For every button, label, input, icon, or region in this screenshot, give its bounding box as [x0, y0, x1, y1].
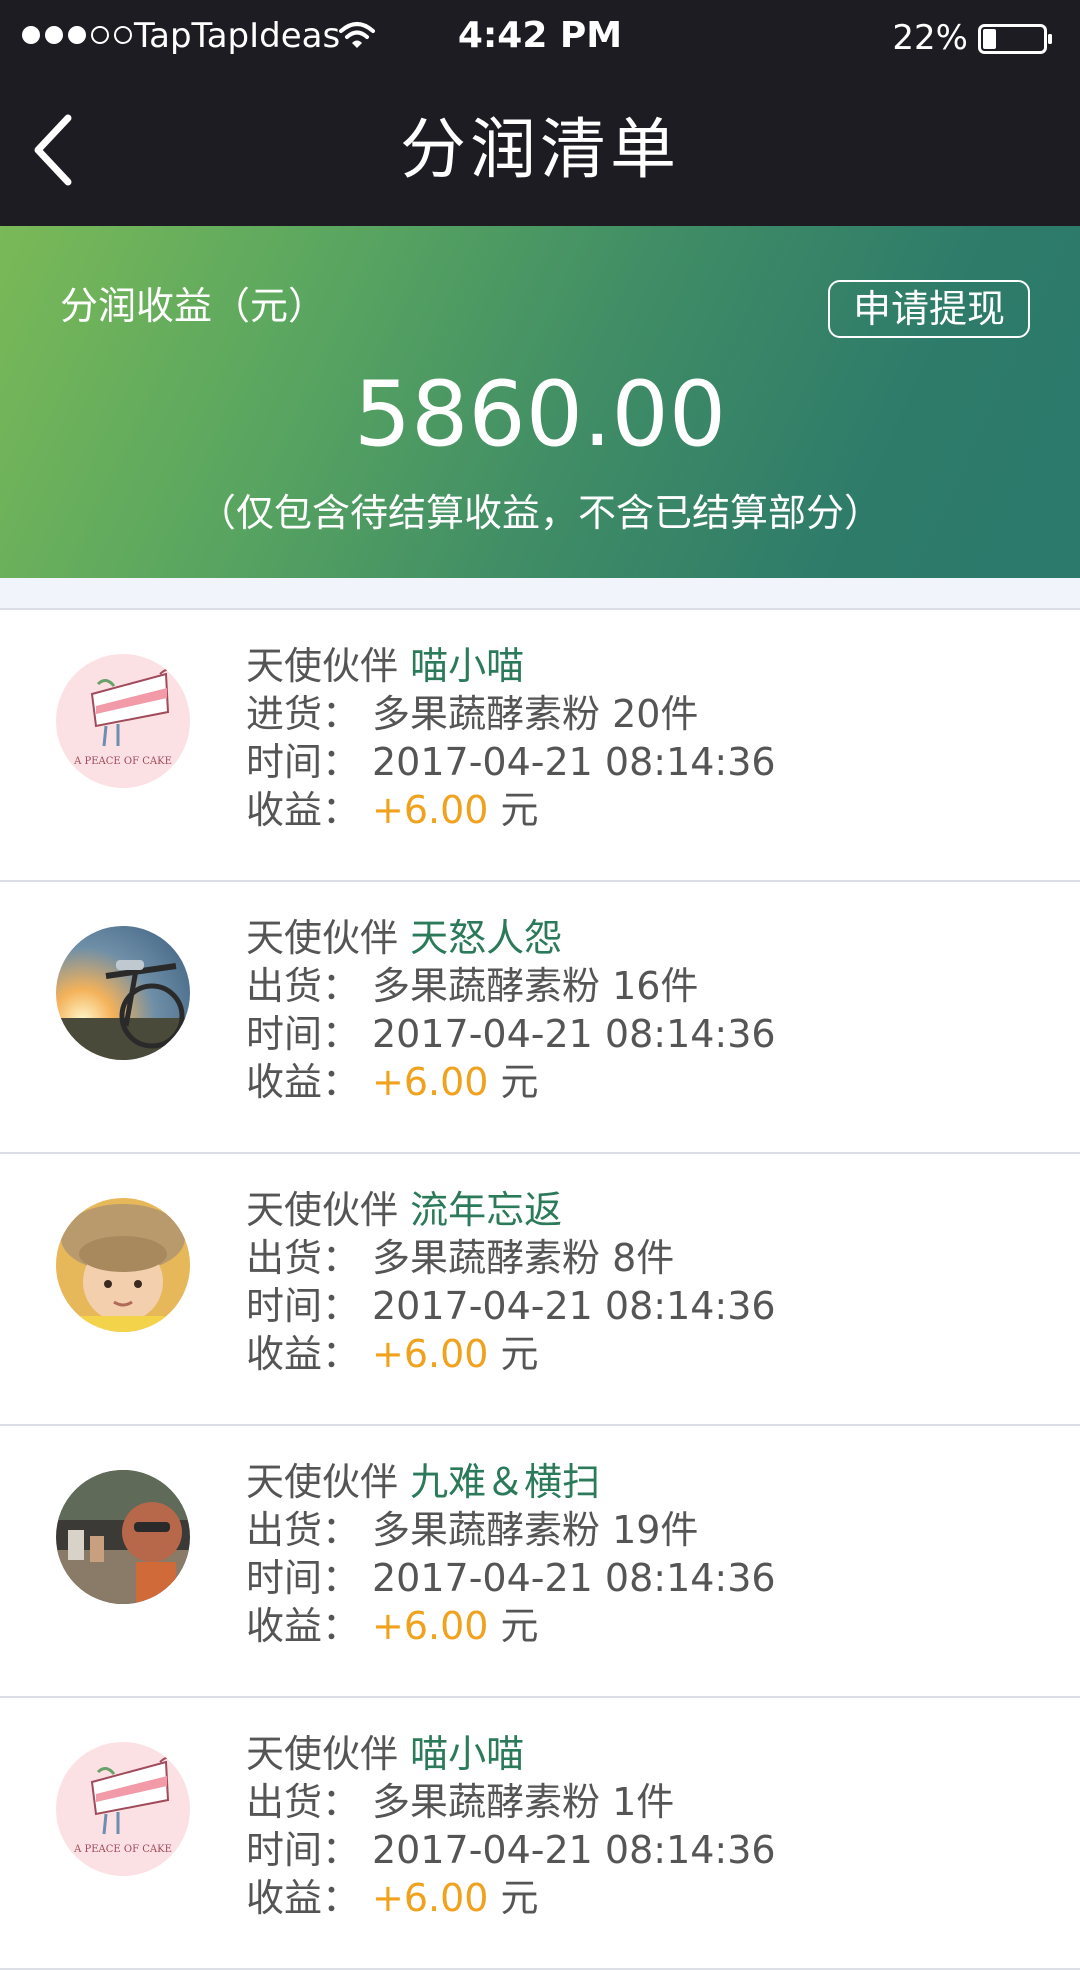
product-line: 出货： 多果蔬酵素粉 16件	[246, 962, 776, 1010]
product-value: 多果蔬酵素粉 16件	[372, 964, 699, 1008]
nav-bar: 分润清单	[0, 74, 1080, 226]
partner-name: 喵小喵	[410, 1732, 525, 1776]
baby-avatar-icon	[56, 1198, 190, 1332]
product-line: 出货： 多果蔬酵素粉 8件	[246, 1234, 776, 1282]
time-value: 2017-04-21 08:14:36	[372, 1828, 776, 1872]
time-line: 时间： 2017-04-21 08:14:36	[246, 738, 776, 786]
income-line: 收益： +6.00 元	[246, 1330, 776, 1378]
income-value: +6.00	[372, 1060, 489, 1104]
list-item[interactable]: 天使伙伴 流年忘返 出货： 多果蔬酵素粉 8件 时间： 2017-04-21 08:…	[0, 1154, 1080, 1426]
time-value: 2017-04-21 08:14:36	[372, 740, 776, 784]
income-value: +6.00	[372, 788, 489, 832]
product-value: 多果蔬酵素粉 1件	[372, 1780, 675, 1824]
product-value: 多果蔬酵素粉 20件	[372, 692, 699, 736]
income-label: 收益：	[246, 1876, 361, 1920]
income-unit: 元	[500, 788, 539, 832]
profit-record-list: A PEACE OF CAKE 天使伙伴 喵小喵 进货： 多果蔬酵素粉 20件 时…	[0, 610, 1080, 1970]
time-line: 时间： 2017-04-21 08:14:36	[246, 1010, 776, 1058]
partner-line: 天使伙伴 九难＆横扫	[246, 1458, 776, 1506]
partner-name: 喵小喵	[410, 644, 525, 688]
partner-line: 天使伙伴 流年忘返	[246, 1186, 776, 1234]
partner-name: 流年忘返	[410, 1188, 563, 1232]
earnings-note: （仅包含待结算收益，不含已结算部分）	[197, 491, 882, 535]
list-item[interactable]: A PEACE OF CAKE 天使伙伴 喵小喵 进货： 多果蔬酵素粉 20件 时…	[0, 610, 1080, 882]
list-item[interactable]: 天使伙伴 天怒人怨 出货： 多果蔬酵素粉 16件 时间： 2017-04-21 08…	[0, 882, 1080, 1154]
svg-text:A PEACE OF CAKE: A PEACE OF CAKE	[73, 1844, 172, 1855]
income-label: 收益：	[246, 1604, 361, 1648]
income-line: 收益： +6.00 元	[246, 1058, 776, 1106]
time-label: 时间：	[246, 1828, 361, 1872]
time-label: 时间：	[246, 1012, 361, 1056]
product-value: 多果蔬酵素粉 19件	[372, 1508, 699, 1552]
page-title: 分润清单	[400, 111, 680, 188]
time-line: 时间： 2017-04-21 08:14:36	[246, 1282, 776, 1330]
partner-name: 九难＆横扫	[410, 1460, 601, 1504]
type-label: 出货：	[246, 1508, 361, 1552]
earnings-label: 分润收益（元）	[60, 284, 327, 328]
section-divider	[0, 578, 1080, 610]
product-value: 多果蔬酵素粉 8件	[372, 1236, 675, 1280]
item-details: 天使伙伴 流年忘返 出货： 多果蔬酵素粉 8件 时间： 2017-04-21 08:…	[246, 1186, 776, 1378]
time-line: 时间： 2017-04-21 08:14:36	[246, 1554, 776, 1602]
product-line: 出货： 多果蔬酵素粉 1件	[246, 1778, 776, 1826]
time-value: 2017-04-21 08:14:36	[372, 1012, 776, 1056]
item-details: 天使伙伴 喵小喵 进货： 多果蔬酵素粉 20件 时间： 2017-04-21 08:…	[246, 642, 776, 834]
partner-prefix: 天使伙伴	[246, 644, 399, 688]
income-unit: 元	[500, 1604, 539, 1648]
product-line: 出货： 多果蔬酵素粉 19件	[246, 1506, 776, 1554]
income-line: 收益： +6.00 元	[246, 786, 776, 834]
type-label: 出货：	[246, 1780, 361, 1824]
time-label: 时间：	[246, 740, 361, 784]
income-value: +6.00	[372, 1604, 489, 1648]
type-label: 进货：	[246, 692, 361, 736]
type-label: 出货：	[246, 1236, 361, 1280]
income-unit: 元	[500, 1060, 539, 1104]
income-line: 收益： +6.00 元	[246, 1874, 776, 1922]
income-value: +6.00	[372, 1332, 489, 1376]
battery-icon	[978, 24, 1052, 54]
cake-avatar-icon: A PEACE OF CAKE	[56, 654, 190, 788]
partner-prefix: 天使伙伴	[246, 1732, 399, 1776]
bicycle-sunset-avatar-icon	[56, 926, 190, 1060]
income-unit: 元	[500, 1876, 539, 1920]
type-label: 出货：	[246, 964, 361, 1008]
partner-line: 天使伙伴 喵小喵	[246, 642, 776, 690]
partner-prefix: 天使伙伴	[246, 916, 399, 960]
earnings-banner: 分润收益（元） 申请提现 5860.00 （仅包含待结算收益，不含已结算部分）	[0, 226, 1080, 578]
partner-prefix: 天使伙伴	[246, 1188, 399, 1232]
income-value: +6.00	[372, 1876, 489, 1920]
income-unit: 元	[500, 1332, 539, 1376]
list-item[interactable]: 天使伙伴 九难＆横扫 出货： 多果蔬酵素粉 19件 时间： 2017-04-21 0…	[0, 1426, 1080, 1698]
battery-percentage: 22%	[892, 18, 968, 58]
time-value: 2017-04-21 08:14:36	[372, 1284, 776, 1328]
partner-line: 天使伙伴 喵小喵	[246, 1730, 776, 1778]
street-photo-avatar-icon	[56, 1470, 190, 1604]
time-line: 时间： 2017-04-21 08:14:36	[246, 1826, 776, 1874]
income-label: 收益：	[246, 1060, 361, 1104]
withdraw-button[interactable]: 申请提现	[828, 280, 1030, 338]
time-value: 2017-04-21 08:14:36	[372, 1556, 776, 1600]
item-details: 天使伙伴 天怒人怨 出货： 多果蔬酵素粉 16件 时间： 2017-04-21 08…	[246, 914, 776, 1106]
income-line: 收益： +6.00 元	[246, 1602, 776, 1650]
item-details: 天使伙伴 九难＆横扫 出货： 多果蔬酵素粉 19件 时间： 2017-04-21 0…	[246, 1458, 776, 1650]
status-bar: TapTapIdeas 4:42 PM 22%	[0, 0, 1080, 74]
partner-prefix: 天使伙伴	[246, 1460, 399, 1504]
time-label: 时间：	[246, 1556, 361, 1600]
income-label: 收益：	[246, 1332, 361, 1376]
income-label: 收益：	[246, 788, 361, 832]
product-line: 进货： 多果蔬酵素粉 20件	[246, 690, 776, 738]
earnings-amount: 5860.00	[353, 362, 727, 467]
item-details: 天使伙伴 喵小喵 出货： 多果蔬酵素粉 1件 时间： 2017-04-21 08:1…	[246, 1730, 776, 1922]
svg-text:A PEACE OF CAKE: A PEACE OF CAKE	[73, 756, 172, 767]
partner-name: 天怒人怨	[410, 916, 563, 960]
partner-line: 天使伙伴 天怒人怨	[246, 914, 776, 962]
list-item[interactable]: A PEACE OF CAKE 天使伙伴 喵小喵 出货： 多果蔬酵素粉 1件 时间…	[0, 1698, 1080, 1970]
cake-avatar-icon: A PEACE OF CAKE	[56, 1742, 190, 1876]
time-label: 时间：	[246, 1284, 361, 1328]
